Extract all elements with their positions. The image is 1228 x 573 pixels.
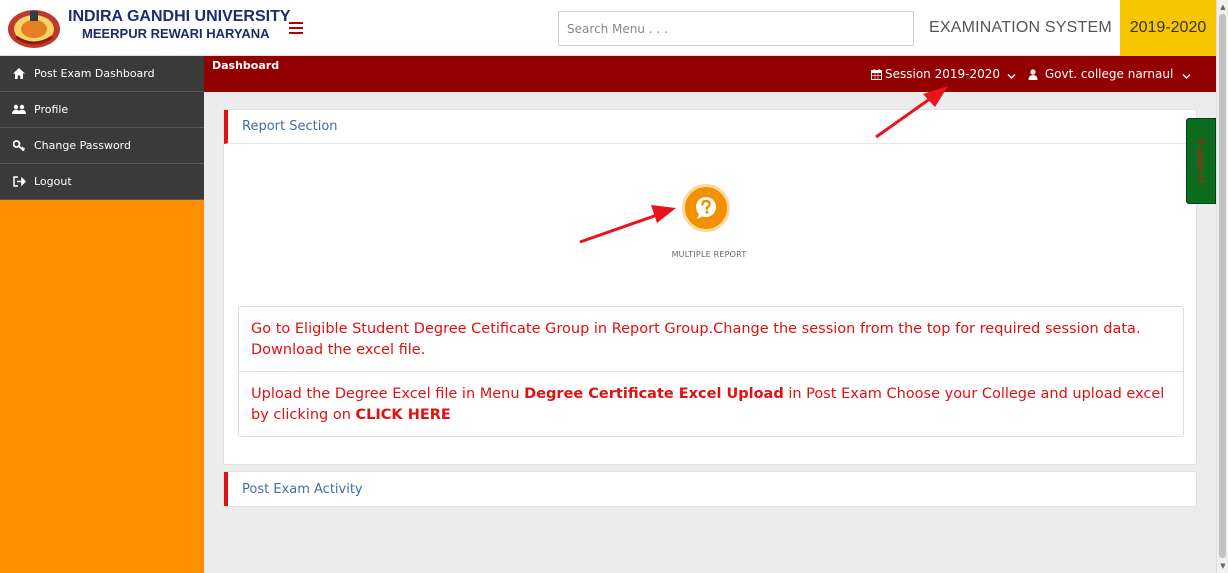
- support-tab[interactable]: Support: [1186, 118, 1216, 204]
- sidebar-item-label: Logout: [34, 175, 72, 188]
- sign-out-icon: [12, 176, 26, 188]
- support-label: Support: [1194, 137, 1208, 185]
- instructions-box: Go to Eligible Student Degree Cetificate…: [238, 306, 1184, 437]
- sidebar-item-change-password[interactable]: Change Password: [0, 128, 204, 164]
- sidebar: Post Exam Dashboard Profile Change Passw…: [0, 56, 204, 573]
- system-title: EXAMINATION SYSTEM: [929, 19, 1112, 36]
- sidebar-item-post-exam-dashboard[interactable]: Post Exam Dashboard: [0, 56, 204, 92]
- breadcrumb[interactable]: Dashboard: [212, 59, 279, 72]
- chevron-down-icon: [1182, 74, 1191, 79]
- session-label: Session: [885, 67, 931, 81]
- scroll-down-icon[interactable]: ▼: [1219, 561, 1227, 571]
- report-section-panel: Report Section MULTIPLE REPORT Go to Eli…: [223, 109, 1197, 465]
- multiple-report-button[interactable]: [682, 184, 730, 232]
- session-value: 2019-2020: [934, 67, 1001, 81]
- page-scrollbar[interactable]: ▲ ▼: [1216, 0, 1228, 573]
- university-name-line1: INDIRA GANDHI UNIVERSITY: [68, 8, 291, 25]
- instruction-1: Go to Eligible Student Degree Cetificate…: [251, 321, 1141, 358]
- university-name-line2: MEERPUR REWARI HARYANA: [82, 26, 270, 41]
- top-header: INDIRA GANDHI UNIVERSITY MEERPUR REWARI …: [0, 0, 1228, 56]
- key-icon: [12, 140, 26, 152]
- user-dropdown[interactable]: Govt. college narnaul: [1028, 67, 1191, 81]
- university-name: INDIRA GANDHI UNIVERSITY MEERPUR REWARI …: [68, 8, 291, 42]
- search-menu-input[interactable]: [558, 11, 914, 46]
- sidebar-item-logout[interactable]: Logout: [0, 164, 204, 200]
- top-navbar: Dashboard Session 2019-2020 Govt. colleg…: [204, 56, 1216, 92]
- click-here-link[interactable]: CLICK HERE: [356, 407, 451, 423]
- report-section-title: Report Section: [224, 110, 1196, 144]
- chevron-down-icon: [1007, 74, 1016, 79]
- main-content: Report Section MULTIPLE REPORT Go to Eli…: [204, 92, 1216, 573]
- degree-excel-upload-menu: Degree Certificate Excel Upload: [524, 386, 784, 402]
- post-exam-activity-panel: Post Exam Activity: [223, 471, 1197, 507]
- question-chat-icon: [696, 197, 716, 219]
- year-badge: 2019-2020: [1120, 0, 1216, 56]
- university-logo: [8, 10, 60, 48]
- sidebar-item-label: Profile: [34, 103, 69, 116]
- sidebar-item-label: Change Password: [34, 139, 131, 152]
- post-exam-activity-title: Post Exam Activity: [224, 472, 1196, 506]
- multiple-report-label[interactable]: MULTIPLE REPORT: [644, 250, 774, 259]
- scrollbar-thumb[interactable]: [1219, 14, 1226, 558]
- hamburger-menu-icon[interactable]: [289, 22, 303, 34]
- sidebar-item-label: Post Exam Dashboard: [34, 67, 155, 80]
- session-dropdown[interactable]: Session 2019-2020: [871, 67, 1016, 81]
- users-icon: [12, 104, 26, 116]
- user-icon: [1028, 69, 1038, 80]
- calendar-icon: [871, 69, 882, 80]
- scroll-up-icon[interactable]: ▲: [1219, 2, 1227, 12]
- sidebar-item-profile[interactable]: Profile: [0, 92, 204, 128]
- instruction-2: Upload the Degree Excel file in Menu Deg…: [239, 371, 1183, 436]
- user-name: Govt. college narnaul: [1044, 67, 1174, 81]
- home-icon: [12, 68, 26, 80]
